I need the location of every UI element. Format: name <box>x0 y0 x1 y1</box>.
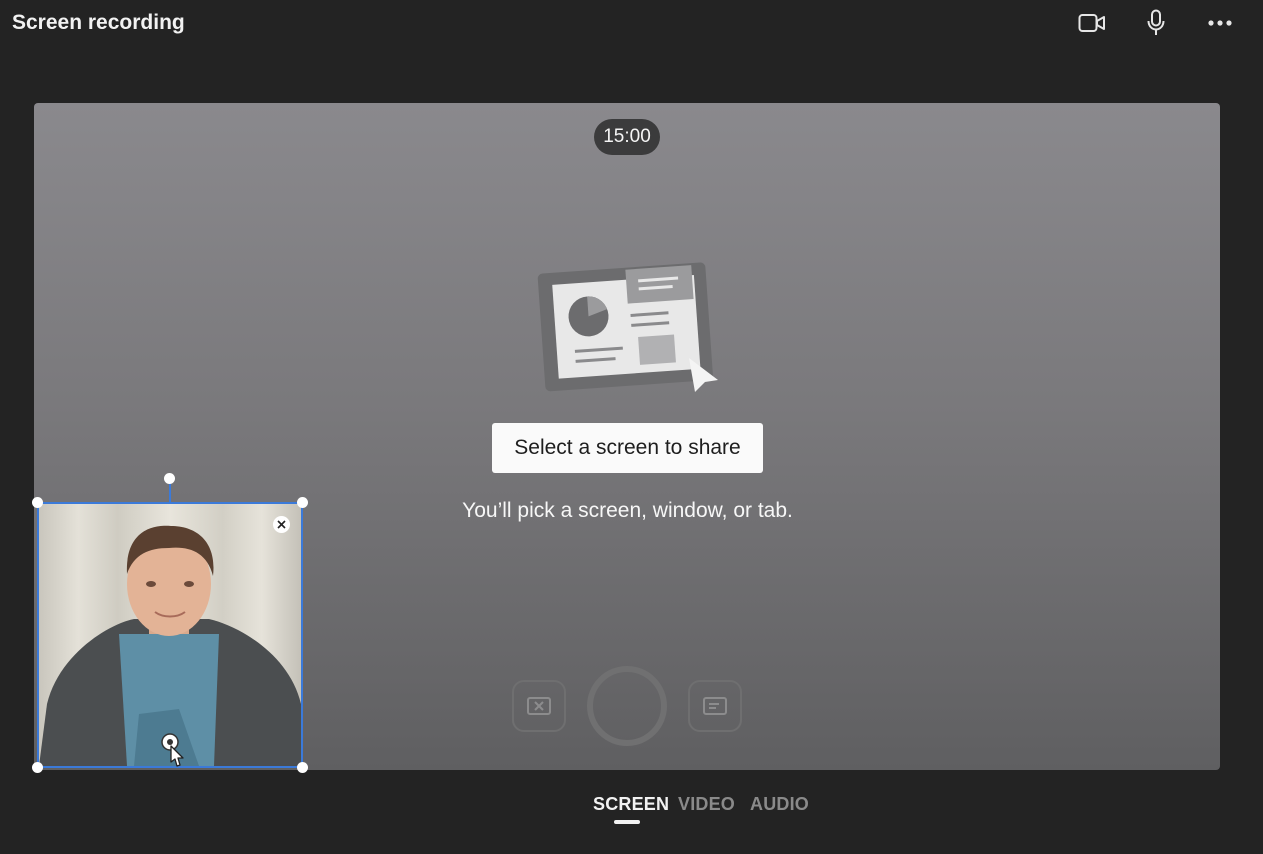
close-camera-overlay-button[interactable] <box>273 516 290 533</box>
resize-handle-top-left[interactable] <box>32 497 43 508</box>
resize-handle-bottom-right[interactable] <box>297 762 308 773</box>
mode-tabs: SCREEN VIDEO AUDIO <box>0 794 1263 834</box>
move-cursor-icon <box>159 732 189 773</box>
rotate-handle[interactable] <box>164 473 175 484</box>
more-icon[interactable] <box>1204 8 1236 38</box>
discard-icon <box>527 697 551 715</box>
microphone-icon[interactable] <box>1140 8 1172 38</box>
active-tab-indicator <box>614 820 640 824</box>
captions-icon <box>703 697 727 715</box>
title-bar: Screen recording <box>0 0 1263 50</box>
share-hint-text: You’ll pick a screen, window, or tab. <box>462 499 793 522</box>
tab-video[interactable]: VIDEO <box>678 794 735 815</box>
record-button[interactable] <box>587 666 667 746</box>
tab-screen[interactable]: SCREEN <box>593 794 669 815</box>
resize-handle-top-right[interactable] <box>297 497 308 508</box>
discard-button[interactable] <box>512 680 566 732</box>
window-title: Screen recording <box>12 11 185 34</box>
recording-timer: 15:00 <box>594 119 660 155</box>
video-camera-icon[interactable] <box>1076 8 1108 38</box>
tab-audio[interactable]: AUDIO <box>750 794 809 815</box>
captions-button[interactable] <box>688 680 742 732</box>
screen-share-illustration <box>533 252 723 402</box>
resize-handle-bottom-left[interactable] <box>32 762 43 773</box>
camera-overlay[interactable] <box>37 502 303 768</box>
camera-feed-image <box>39 504 301 766</box>
select-screen-button[interactable]: Select a screen to share <box>492 423 763 473</box>
rotation-line <box>169 482 171 502</box>
close-icon <box>277 520 286 529</box>
